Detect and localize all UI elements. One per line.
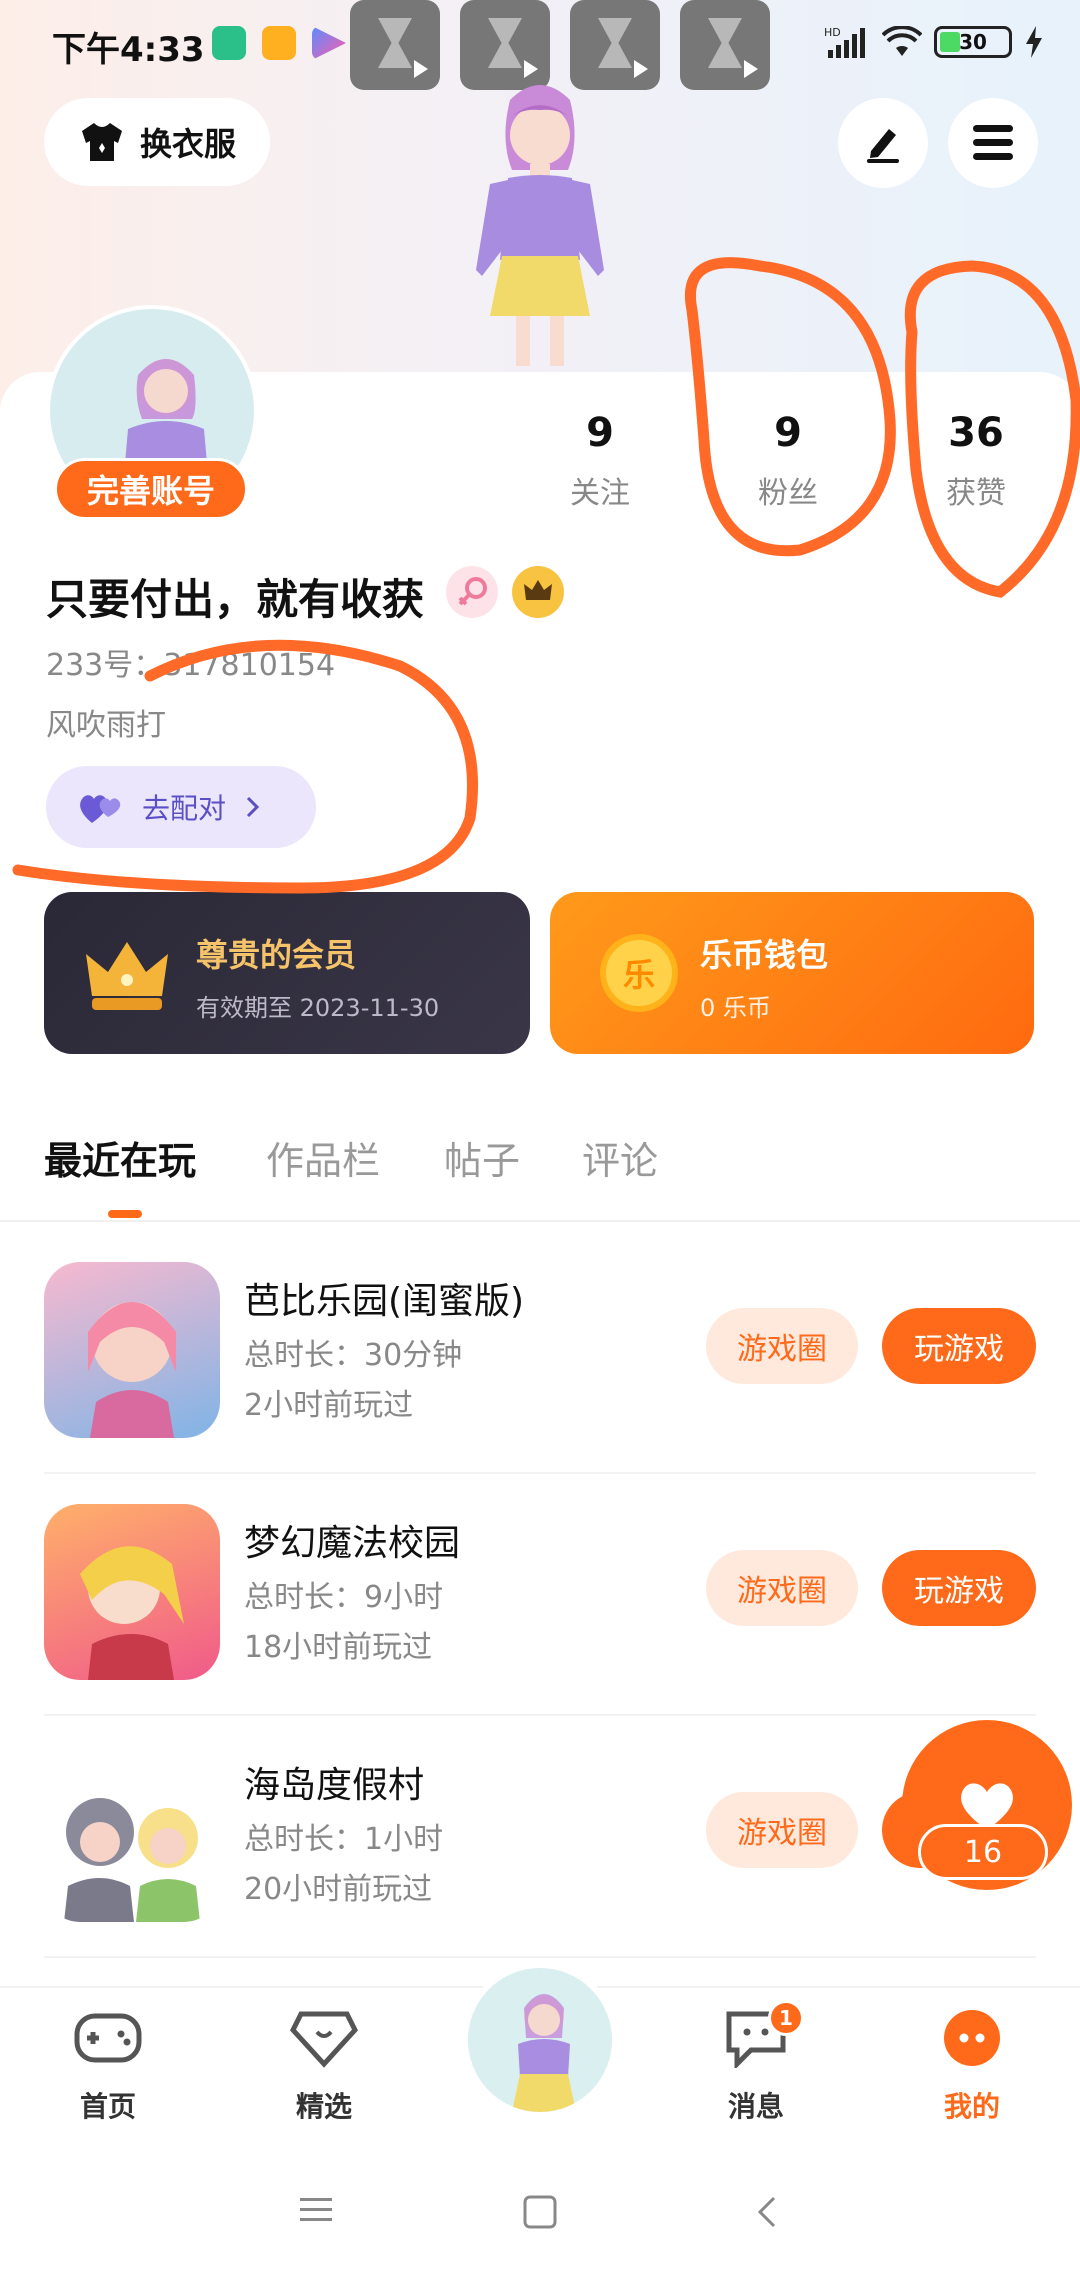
stat-following-label: 关注 [570,476,630,511]
game-duration: 总时长：1小时 [244,1822,444,1857]
user-signature: 风吹雨打 [46,708,166,743]
user-id: 233号：317810154 [46,648,336,683]
nav-messages-label: 消息 [727,2090,784,2123]
nav-mine-label: 我的 [943,2090,1000,2123]
play-game-button[interactable]: 玩游戏 [882,1550,1036,1626]
status-icons: HD 30 [824,24,1044,60]
change-outfit-label: 换衣服 [139,125,236,163]
note-app-icon [262,26,296,60]
home-button-icon[interactable] [522,2194,558,2230]
battery-indicator: 30 [934,26,1012,58]
profile-tabs: 最近在玩 作品栏 帖子 评论 [0,1130,1080,1220]
divider [0,1220,1080,1222]
game-thumbnail[interactable] [44,1262,220,1438]
game-last-played: 20小时前玩过 [244,1872,433,1907]
game-thumbnail[interactable] [44,1504,220,1680]
recent-apps-icon[interactable] [298,2194,334,2226]
go-match-label: 去配对 [142,792,227,825]
nav-messages[interactable]: 消息 1 [676,2000,836,2125]
back-icon[interactable] [752,2194,780,2230]
status-bar: 下午4:33 HD 30 [0,0,1080,90]
status-time: 下午4:33 [52,30,205,70]
coin-icon: 乐 [600,934,678,1012]
hamburger-icon [973,125,1013,160]
username: 只要付出，就有收获 [46,575,425,624]
hearts-icon [80,795,121,823]
stat-likes[interactable]: 36 获赞 [906,410,1046,512]
nav-featured[interactable]: 精选 [244,2008,404,2125]
stat-followers[interactable]: 9 粉丝 [718,410,858,512]
divider [44,1956,1036,1958]
wallet-balance: 0 乐币 [700,994,771,1022]
nav-home-label: 首页 [79,2090,136,2123]
like-count-badge: 16 [918,1824,1048,1880]
complete-account-button[interactable]: 完善账号 [54,458,248,520]
list-item[interactable]: 梦幻魔法校园 总时长：9小时 18小时前玩过 游戏圈 玩游戏 [0,1474,1080,1716]
female-gender-icon [446,566,498,618]
coin-wallet-card[interactable]: 乐 乐币钱包 0 乐币 [550,892,1034,1054]
nav-home[interactable]: 首页 [28,2008,188,2125]
game-duration: 总时长：30分钟 [244,1338,463,1373]
crown-icon [86,942,168,1010]
vip-expiry: 有效期至 2023-11-30 [196,994,440,1022]
floating-app-icon[interactable] [460,0,550,90]
shield-app-icon [212,26,246,60]
game-duration: 总时长：9小时 [244,1580,444,1615]
stat-following[interactable]: 9 关注 [530,410,670,512]
list-item[interactable]: 芭比乐园(闺蜜版) 总时长：30分钟 2小时前玩过 游戏圈 玩游戏 [0,1232,1080,1474]
floating-app-icon[interactable] [350,0,440,90]
charging-icon [1026,26,1042,58]
crown-badge-icon[interactable] [512,566,564,618]
pen-icon [867,129,899,163]
game-name: 海岛度假村 [244,1765,425,1806]
chevron-right-icon [246,796,260,818]
wifi-icon [882,26,922,56]
vip-member-card[interactable]: 尊贵的会员 有效期至 2023-11-30 [44,892,530,1054]
tab-posts[interactable]: 帖子 [444,1130,520,1185]
profile-face-icon [944,2010,1000,2066]
game-circle-button[interactable]: 游戏圈 [706,1550,858,1626]
game-circle-button[interactable]: 游戏圈 [706,1308,858,1384]
tab-comments[interactable]: 评论 [582,1130,658,1185]
svg-text:HD: HD [824,26,841,39]
nav-mine[interactable]: 我的 [892,2008,1052,2125]
floating-app-icon[interactable] [680,0,770,90]
avatar-3d-figure[interactable] [430,80,650,380]
game-last-played: 2小时前玩过 [244,1388,414,1423]
stat-followers-label: 粉丝 [758,476,818,511]
game-thumbnail[interactable] [44,1746,220,1922]
active-tab-indicator [108,1210,142,1218]
stat-following-count: 9 [586,410,614,456]
diamond-heart-icon [289,2011,359,2068]
signal-icon: HD [824,26,865,58]
stat-likes-label: 获赞 [946,476,1006,511]
stat-followers-count: 9 [774,410,802,456]
video-app-icon [312,26,346,60]
edit-button[interactable] [838,98,928,188]
floating-app-icon[interactable] [570,0,660,90]
system-navigation-bar [0,2150,1080,2280]
change-outfit-button[interactable]: 换衣服 [44,98,270,186]
shirt-icon [81,123,122,161]
gamepad-icon [74,2013,142,2063]
vip-title: 尊贵的会员 [196,936,357,974]
nav-center-avatar[interactable] [462,1962,618,2118]
game-last-played: 18小时前玩过 [244,1630,433,1665]
go-match-button[interactable]: 去配对 [46,766,316,848]
game-name: 梦幻魔法校园 [244,1523,461,1564]
game-circle-button[interactable]: 游戏圈 [706,1792,858,1868]
tab-works[interactable]: 作品栏 [266,1130,380,1185]
game-name: 芭比乐园(闺蜜版) [244,1281,525,1322]
nav-featured-label: 精选 [295,2090,352,2123]
tab-recently-played[interactable]: 最近在玩 [44,1130,196,1185]
stat-likes-count: 36 [948,410,1004,456]
menu-button[interactable] [948,98,1038,188]
wallet-title: 乐币钱包 [700,936,829,974]
play-game-button[interactable]: 玩游戏 [882,1308,1036,1384]
unread-badge: 1 [768,2000,804,2036]
